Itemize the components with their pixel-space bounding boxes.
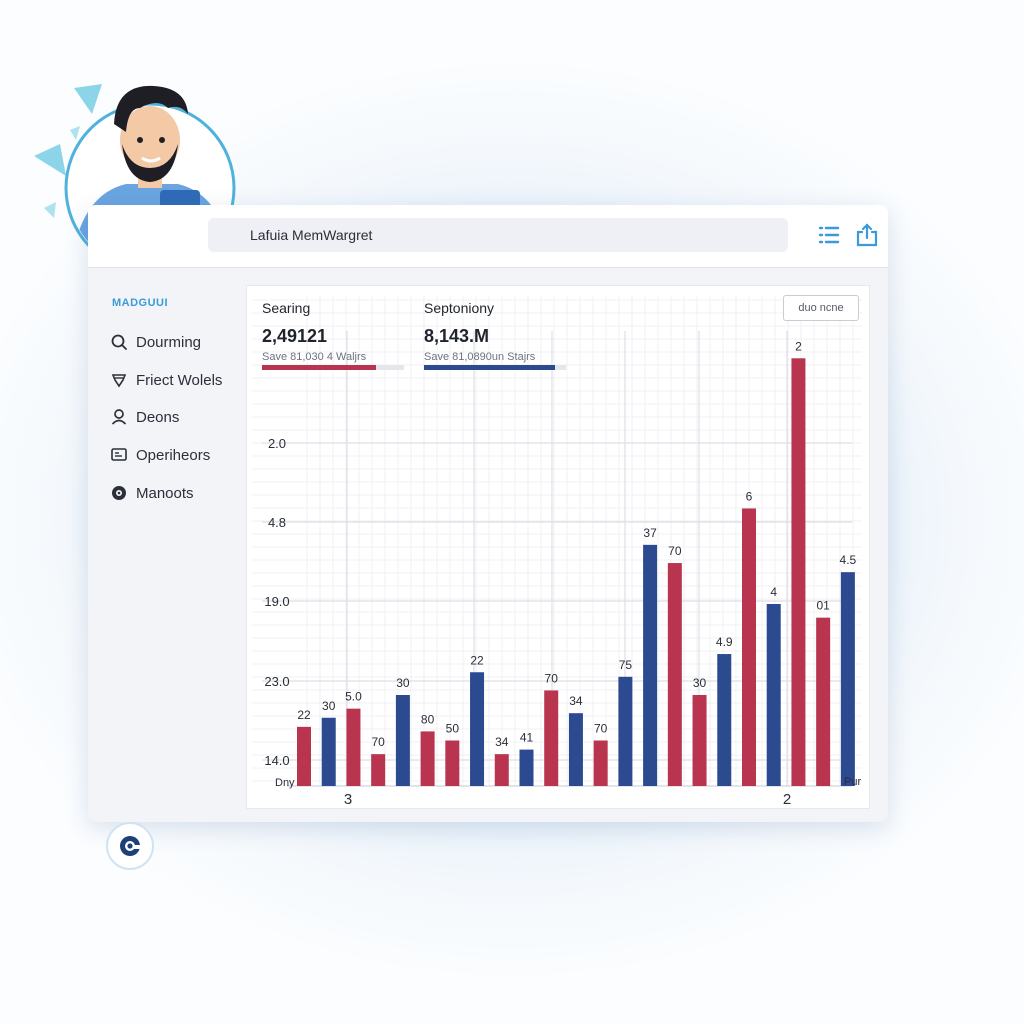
bar — [692, 695, 707, 786]
shield-icon — [111, 374, 127, 388]
bar-data-label: 41 — [520, 731, 534, 745]
bar-data-label: 30 — [396, 676, 410, 690]
sidebar-item-label: Dourming — [136, 333, 202, 351]
bar — [445, 740, 460, 786]
bar-data-label: 22 — [297, 708, 311, 722]
bar — [643, 544, 658, 786]
stat-value: 8,143.M — [424, 326, 490, 346]
stat-value: 2,49121 — [262, 326, 328, 346]
stat-progress-bar — [424, 365, 566, 370]
bar — [346, 708, 361, 786]
app-window: Lafuia MemWargret MADGUUI Dourming Friec… — [88, 205, 888, 870]
sidebar-heading: MADGUUI — [112, 297, 169, 309]
message-icon — [111, 448, 127, 461]
stat-subtext: Save 81,030 4 Waljrs — [262, 351, 367, 363]
bar — [420, 731, 435, 786]
window-title-field[interactable]: Lafuia MemWargret — [208, 218, 788, 252]
window-title: Lafuia MemWargret — [250, 227, 373, 243]
sidebar-item-label: Deons — [136, 408, 180, 426]
bar — [297, 726, 311, 786]
sidebar-item-operiheors[interactable]: Operiheors — [110, 443, 210, 467]
bar-data-label: 70 — [594, 722, 608, 736]
y-tick-label: 4.8 — [268, 515, 286, 530]
bar — [741, 508, 756, 786]
y-tick-label: 23.0 — [264, 674, 289, 689]
help-button[interactable] — [106, 822, 154, 870]
bar — [593, 740, 608, 786]
bar-data-label: 70 — [668, 544, 682, 558]
bar — [519, 749, 534, 786]
bar — [568, 713, 583, 786]
bar — [816, 617, 831, 786]
sidebar-item-label: Operiheors — [136, 446, 211, 464]
gear-icon — [112, 486, 126, 500]
user-icon — [111, 409, 127, 425]
bar-data-label: 01 — [816, 599, 830, 613]
bar-data-label: 70 — [371, 735, 385, 749]
bar-data-label: 6 — [746, 489, 753, 503]
bar — [667, 563, 682, 786]
sidebar-item-dourming[interactable]: Dourming — [110, 330, 201, 354]
stat-card-searing: Searing 2,49121 Save 81,030 4 Waljrs — [262, 300, 404, 370]
stat-progress-fill — [424, 365, 555, 370]
sidebar-item-deons[interactable]: Deons — [110, 405, 179, 429]
bar — [618, 676, 633, 786]
y-tick-label: 2.0 — [268, 436, 286, 451]
share-icon[interactable] — [854, 222, 880, 248]
bar-data-label: 4.5 — [840, 553, 857, 567]
bar — [717, 654, 732, 786]
bar-data-label: 75 — [619, 658, 633, 672]
bar-data-label: 80 — [421, 712, 435, 726]
sidebar-item-friect-wolels[interactable]: Friect Wolels — [110, 368, 222, 392]
bar-data-label: 4.9 — [716, 635, 733, 649]
bar — [494, 754, 509, 786]
bar-data-label: 5.0 — [345, 690, 362, 704]
stat-label: Septoniony — [424, 300, 495, 316]
bar — [470, 672, 485, 786]
stat-card-septoniony: Septoniony 8,143.M Save 81,0890un Stajrs — [424, 300, 566, 370]
stat-subtext: Save 81,0890un Stajrs — [424, 351, 536, 363]
sidebar-item-label: Friect Wolels — [136, 371, 223, 389]
bar-data-label: 4 — [770, 585, 777, 599]
bar — [544, 690, 559, 786]
bar-data-label: 50 — [446, 722, 460, 736]
x-tick-label: 2 — [783, 791, 791, 808]
at-sign-icon — [120, 836, 141, 856]
list-icon[interactable] — [816, 222, 842, 248]
title-bar: Lafuia MemWargret — [88, 205, 888, 268]
y-tick-label: 19.0 — [264, 594, 289, 609]
bar-data-label: 2 — [795, 339, 802, 353]
bar — [791, 358, 806, 786]
bar-data-label: 30 — [693, 676, 707, 690]
sidebar-item-manoots[interactable]: Manoots — [110, 481, 194, 505]
bar-data-label: 22 — [470, 653, 484, 667]
bar-data-label: 37 — [643, 526, 657, 540]
bar — [371, 754, 386, 786]
bar-data-label: 30 — [322, 699, 336, 713]
bar-data-label: 34 — [495, 735, 509, 749]
y-tick-label: 14.0 — [264, 753, 289, 768]
bar — [840, 572, 855, 786]
bar — [766, 604, 781, 786]
x-tick-label: 3 — [344, 791, 352, 808]
bar-data-label: 70 — [545, 671, 559, 685]
bar-data-label: 34 — [569, 694, 583, 708]
x-axis-right-label: Pur — [844, 776, 861, 788]
stat-label: Searing — [262, 300, 311, 316]
bar — [321, 717, 336, 786]
x-axis-left-label: Dny — [275, 777, 295, 789]
sidebar: MADGUUI Dourming Friect Wolels Deons Ope… — [88, 267, 244, 870]
stat-progress-bar — [262, 365, 404, 370]
bar — [395, 695, 410, 786]
chart-panel: 2.0 4.8 19.0 23.0 14.0 22 30 5.0 70 30 80 50 22 34 41 7… — [246, 285, 870, 809]
stat-progress-fill — [262, 365, 376, 370]
sidebar-item-label: Manoots — [136, 484, 194, 502]
chart-options-button[interactable]: duo ncne — [783, 295, 859, 321]
search-icon — [111, 334, 127, 350]
